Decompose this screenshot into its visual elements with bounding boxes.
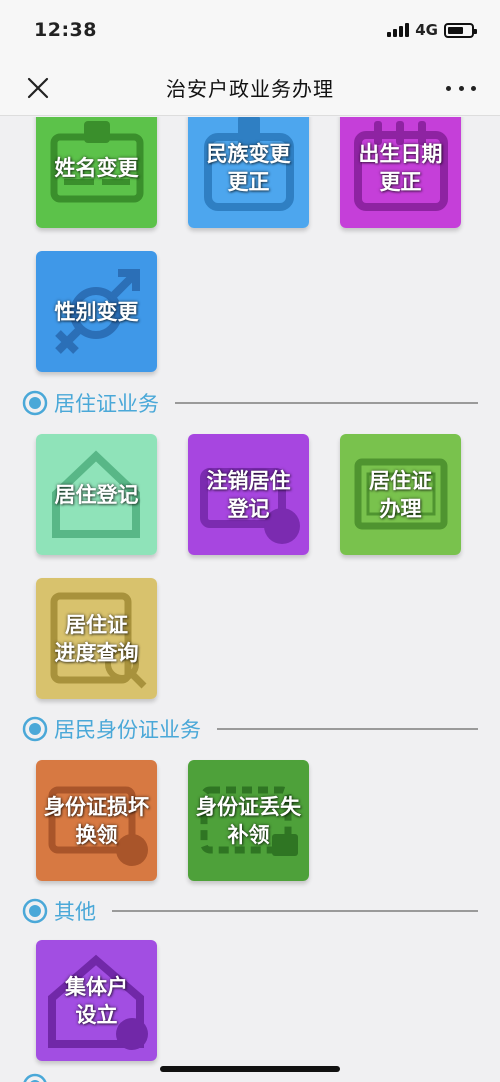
service-list: 姓名变更 民族变更 更正 出生日期 更正 性别变更 居住证业务 居住登记 注销居… <box>0 117 500 1082</box>
circle-icon <box>22 898 48 924</box>
tile-label: 居住证 办理 <box>369 468 432 521</box>
divider <box>175 402 478 404</box>
page-title: 治安户政业务办理 <box>166 77 334 101</box>
section-title: 其他 <box>54 900 96 924</box>
tile-collective-household[interactable]: 集体户 设立 <box>36 940 157 1061</box>
tile-label: 身份证损坏 换领 <box>44 794 149 847</box>
divider <box>217 728 478 730</box>
close-icon[interactable] <box>24 74 52 102</box>
tile-gender-change[interactable]: 性别变更 <box>36 251 157 372</box>
battery-icon <box>444 22 477 38</box>
section-header-other: 其他 <box>22 896 478 926</box>
tile-label: 居住登记 <box>54 482 139 507</box>
circle-icon <box>22 390 48 416</box>
section-header-partial <box>22 1071 478 1082</box>
tile-idcard-lost-reissue[interactable]: 身份证丢失 补领 <box>188 760 309 881</box>
network-label: 4G <box>415 21 438 39</box>
divider <box>112 910 478 912</box>
circle-icon <box>22 716 48 742</box>
tile-label: 居住证 进度查询 <box>54 612 139 665</box>
tile-label: 姓名变更 <box>54 155 139 180</box>
circle-icon <box>23 1073 47 1082</box>
section-header-idcard: 居民身份证业务 <box>22 714 478 744</box>
more-icon[interactable] <box>446 76 476 100</box>
tile-label: 注销居住 登记 <box>206 468 291 521</box>
section-title: 居民身份证业务 <box>54 718 201 742</box>
tile-residence-registration[interactable]: 居住登记 <box>36 434 157 555</box>
tile-cancel-residence[interactable]: 注销居住 登记 <box>188 434 309 555</box>
section-title: 居住证业务 <box>54 392 159 416</box>
status-indicators: 4G <box>387 21 477 39</box>
tile-residence-permit-apply[interactable]: 居住证 办理 <box>340 434 461 555</box>
tile-idcard-damaged-replace[interactable]: 身份证损坏 换领 <box>36 760 157 881</box>
signal-icon <box>387 23 410 37</box>
status-time: 12:38 <box>34 19 97 41</box>
status-bar: 12:38 4G <box>0 0 500 60</box>
home-indicator[interactable] <box>160 1066 340 1072</box>
tile-ethnicity-correction[interactable]: 民族变更 更正 <box>188 117 309 228</box>
navigation-bar: 治安户政业务办理 <box>0 60 500 116</box>
section-header-residence: 居住证业务 <box>22 388 478 418</box>
tile-label: 出生日期 更正 <box>358 141 443 194</box>
tile-label: 民族变更 更正 <box>206 141 291 194</box>
tile-residence-progress[interactable]: 居住证 进度查询 <box>36 578 157 699</box>
tile-label: 集体户 设立 <box>65 974 128 1027</box>
tile-label: 身份证丢失 补领 <box>196 794 301 847</box>
tile-label: 性别变更 <box>54 299 139 324</box>
tile-name-change[interactable]: 姓名变更 <box>36 117 157 228</box>
tile-birthdate-correction[interactable]: 出生日期 更正 <box>340 117 461 228</box>
